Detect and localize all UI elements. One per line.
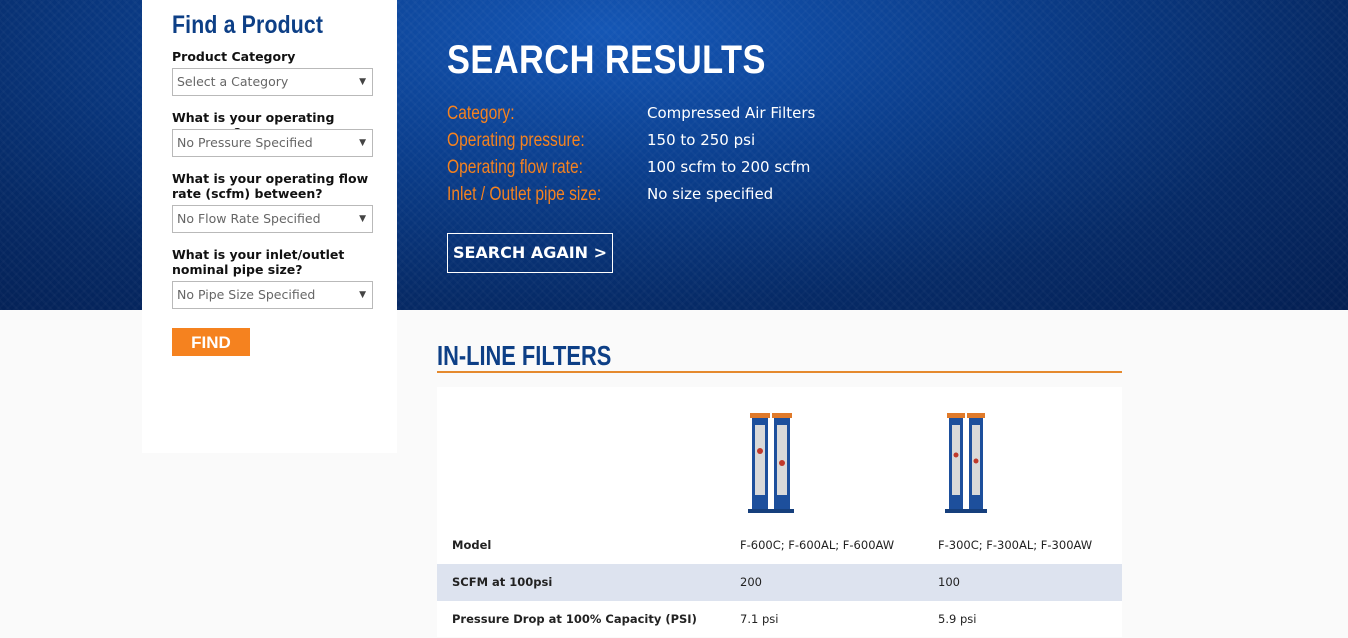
dropdown-arrow-icon: ▼ [359, 290, 366, 300]
row-label: Model [452, 538, 492, 552]
find-product-title: Find a Product [172, 11, 324, 39]
dropdown-arrow-icon: ▼ [359, 138, 366, 148]
product-comparison-table: Model F-600C; F-600AL; F-600AW F-300C; F… [437, 387, 1122, 637]
product-category-label: Product Category [172, 49, 296, 64]
scfm-f600: 200 [740, 575, 762, 589]
row-label: SCFM at 100psi [452, 575, 553, 589]
pressure-drop-f300: 5.9 psi [938, 612, 977, 626]
filter-f600-image[interactable] [744, 411, 804, 517]
find-button[interactable]: FIND [172, 328, 250, 356]
criteria-pipe-label: Inlet / Outlet pipe size: [447, 184, 602, 205]
section-title: IN-LINE FILTERS [437, 340, 612, 371]
row-label: Pressure Drop at 100% Capacity (PSI) [452, 612, 697, 626]
dropdown-arrow-icon: ▼ [359, 77, 366, 87]
model-f300: F-300C; F-300AL; F-300AW [938, 538, 1093, 552]
criteria-flow-label: Operating flow rate: [447, 157, 583, 178]
flow-rate-select[interactable]: No Flow Rate Specified ▼ [172, 205, 373, 233]
flow-rate-value: No Flow Rate Specified [177, 211, 321, 226]
pipe-size-label: What is your inlet/outlet nominal pipe s… [172, 247, 345, 277]
criteria-flow-value: 100 scfm to 200 scfm [647, 158, 811, 176]
table-row-model: Model F-600C; F-600AL; F-600AW F-300C; F… [437, 527, 1122, 564]
table-row-pressure-drop: Pressure Drop at 100% Capacity (PSI) 7.1… [437, 601, 1122, 638]
criteria-pipe-value: No size specified [647, 185, 774, 203]
scfm-f300: 100 [938, 575, 960, 589]
product-category-value: Select a Category [177, 74, 289, 89]
operating-pressure-value: No Pressure Specified [177, 135, 313, 150]
model-f600: F-600C; F-600AL; F-600AW [740, 538, 895, 552]
search-again-button[interactable]: SEARCH AGAIN > [447, 233, 613, 273]
pressure-drop-f600: 7.1 psi [740, 612, 779, 626]
filter-f300-image[interactable] [943, 411, 1003, 517]
pipe-size-select[interactable]: No Pipe Size Specified ▼ [172, 281, 373, 309]
criteria-category-value: Compressed Air Filters [647, 104, 816, 122]
table-row-scfm: SCFM at 100psi 200 100 [437, 564, 1122, 601]
find-product-panel: Find a Product Product Category Select a… [142, 0, 397, 453]
pipe-size-value: No Pipe Size Specified [177, 287, 316, 302]
section-divider [437, 371, 1122, 373]
operating-pressure-select[interactable]: No Pressure Specified ▼ [172, 129, 373, 157]
criteria-pressure-label: Operating pressure: [447, 130, 585, 151]
search-results-title: SEARCH RESULTS [447, 38, 766, 82]
flow-rate-label: What is your operating flow rate (scfm) … [172, 171, 369, 201]
criteria-pressure-value: 150 to 250 psi [647, 131, 756, 149]
product-category-select[interactable]: Select a Category ▼ [172, 68, 373, 96]
dropdown-arrow-icon: ▼ [359, 214, 366, 224]
criteria-category-label: Category: [447, 103, 515, 124]
